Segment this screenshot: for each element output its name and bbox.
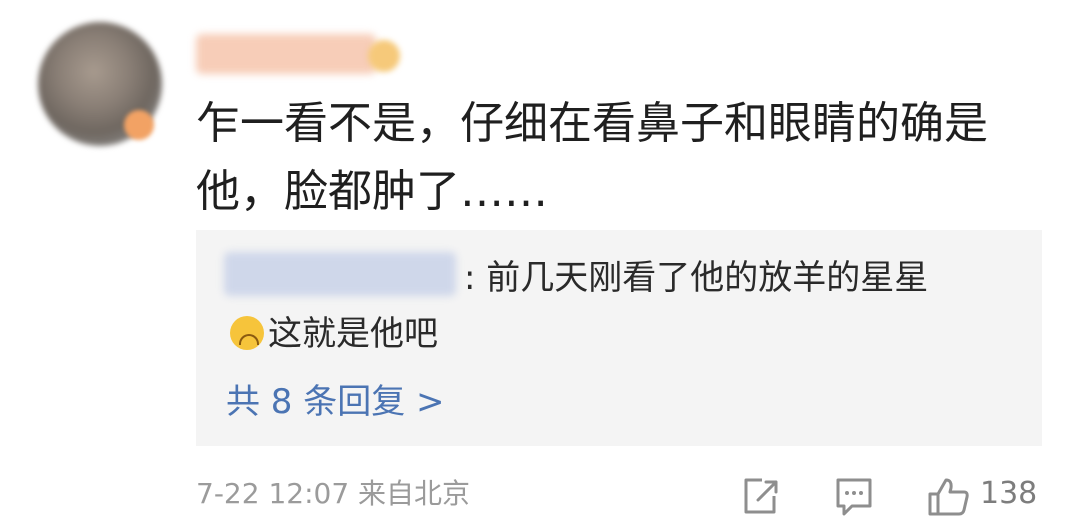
thumbs-up-icon[interactable] xyxy=(926,474,970,518)
comment-text: 乍一看不是，仔细在看鼻子和眼睛的确是他，脸都肿了…… xyxy=(196,98,988,217)
comment-meta: 7-22 12:07 来自北京 xyxy=(196,477,471,510)
reply-preview[interactable]: : 前几天刚看了他的放羊的星星 这就是他吧 共 8 条回复 > xyxy=(196,230,1042,446)
verified-badge-icon xyxy=(124,110,154,140)
reply-text: : 前几天刚看了他的放羊的星星 xyxy=(464,258,929,298)
comment-icon[interactable] xyxy=(834,474,874,518)
reply-text-block: : 前几天刚看了他的放羊的星星 这就是他吧 xyxy=(230,250,1030,362)
more-replies-link[interactable]: 共 8 条回复 > xyxy=(226,374,445,430)
comment-card: 乍一看不是，仔细在看鼻子和眼睛的确是他，脸都肿了…… : 前几天刚看了他的放羊的… xyxy=(0,0,1080,525)
reply-text-line2: 这就是他吧 xyxy=(268,314,438,354)
like-count: 138 xyxy=(980,476,1038,511)
username[interactable] xyxy=(196,34,376,74)
user-level-icon xyxy=(368,40,400,72)
crying-face-icon xyxy=(230,316,264,350)
share-icon[interactable] xyxy=(740,474,780,518)
